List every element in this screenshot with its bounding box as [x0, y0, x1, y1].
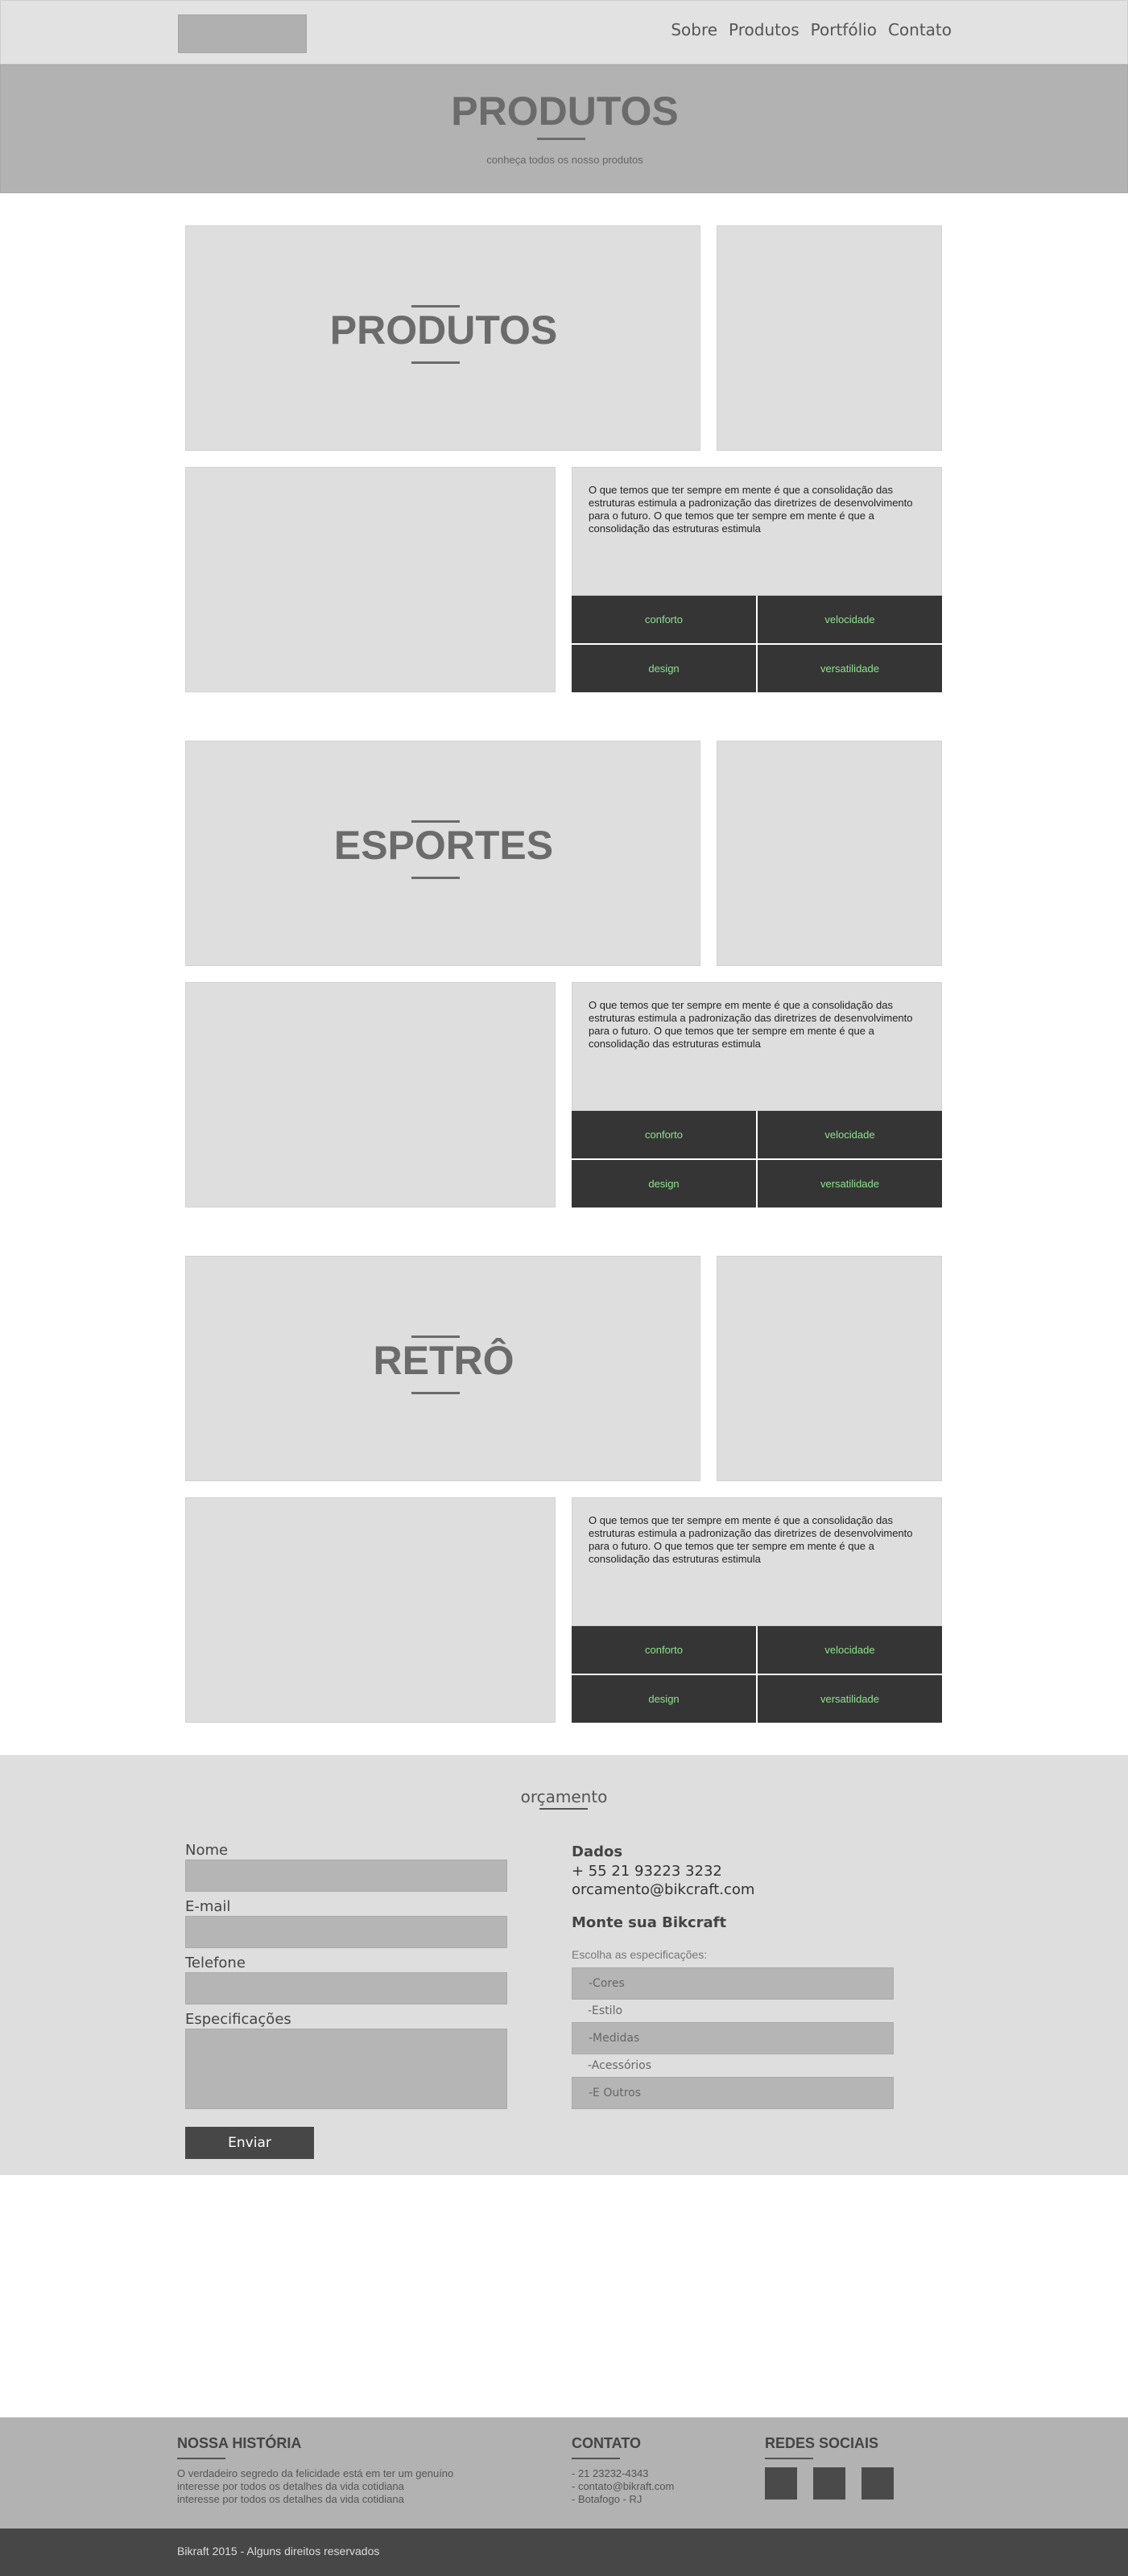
nome-input[interactable]	[185, 1860, 507, 1892]
feature-versatilidade[interactable]: versatilidade	[758, 1160, 942, 1208]
title-underline	[539, 1808, 588, 1810]
feature-versatilidade[interactable]: versatilidade	[758, 1675, 942, 1723]
image-placeholder	[185, 467, 556, 692]
title-dash-bottom	[411, 877, 460, 879]
feature-design[interactable]: design	[572, 1675, 756, 1723]
feature-velocidade[interactable]: velocidade	[758, 1626, 942, 1674]
section-banner-retro: RETRÔ	[185, 1256, 700, 1481]
historia-line: O verdadeiro segredo da felicidade está …	[177, 2467, 454, 2479]
telefone-label: Telefone	[185, 1955, 246, 1971]
feature-velocidade[interactable]: velocidade	[758, 596, 942, 643]
spec-option-cores[interactable]: -Cores	[572, 1967, 894, 2000]
dados-title: Dados	[572, 1843, 623, 1860]
social-icon[interactable]	[861, 2467, 894, 2500]
contato-address: - Botafogo - RJ	[572, 2493, 643, 2505]
enviar-button[interactable]: Enviar	[185, 2127, 314, 2159]
historia-title: NOSSA HISTÓRIA	[177, 2435, 302, 2451]
spec-option-medidas[interactable]: -Medidas	[572, 2022, 894, 2054]
section-title: RETRÔ	[373, 1338, 514, 1383]
contato-email[interactable]: - contato@bikraft.com	[572, 2480, 674, 2493]
image-placeholder	[717, 225, 942, 451]
spec-option-estilo[interactable]: -Estilo	[572, 2000, 894, 2022]
orcamento-title: orçamento	[520, 1787, 608, 1806]
spec-option-outros[interactable]: -E Outros	[572, 2077, 894, 2109]
main-nav: Sobre Produtos Portfólio Contato	[671, 20, 952, 39]
nome-label: Nome	[185, 1842, 229, 1859]
monte-title: Monte sua Bikcraft	[572, 1914, 727, 1931]
copyright-bar: Bikraft 2015 - Alguns direitos reservado…	[0, 2529, 1128, 2576]
section-description: O que temos que ter sempre em mente é qu…	[589, 1514, 913, 1565]
historia-line: interesse por todos os detalhes da vida …	[177, 2493, 404, 2505]
section-banner-produtos: PRODUTOS	[185, 225, 700, 451]
feature-design[interactable]: design	[572, 645, 756, 692]
site-header: Sobre Produtos Portfólio Contato	[0, 0, 1128, 64]
email-label: E-mail	[185, 1898, 231, 1915]
copyright-text: Bikraft 2015 - Alguns direitos reservado…	[177, 2545, 380, 2557]
description-box: O que temos que ter sempre em mente é qu…	[572, 467, 942, 596]
section-banner-esportes: ESPORTES	[185, 741, 700, 966]
feature-conforto[interactable]: conforto	[572, 596, 756, 643]
section-title: PRODUTOS	[329, 308, 558, 353]
description-box: O que temos que ter sempre em mente é qu…	[572, 982, 942, 1111]
redes-title: REDES SOCIAIS	[765, 2435, 879, 2451]
nav-link-sobre[interactable]: Sobre	[671, 20, 717, 39]
section-title: ESPORTES	[333, 823, 554, 868]
image-placeholder	[717, 741, 942, 966]
image-placeholder	[185, 1497, 556, 1723]
spec-intro: Escolha as especificações:	[572, 1948, 708, 1961]
description-box: O que temos que ter sempre em mente é qu…	[572, 1497, 942, 1626]
contato-phone: - 21 23232-4343	[572, 2467, 649, 2479]
title-underline	[572, 2458, 620, 2459]
feature-versatilidade[interactable]: versatilidade	[758, 645, 942, 692]
site-footer: NOSSA HISTÓRIA O verdadeiro segredo da f…	[0, 2417, 1128, 2529]
section-description: O que temos que ter sempre em mente é qu…	[589, 484, 913, 535]
hero-banner: PRODUTOS conheça todos os nosso produtos	[0, 64, 1128, 193]
image-placeholder	[717, 1256, 942, 1481]
title-underline	[765, 2458, 813, 2459]
phone-text: + 55 21 93223 3232	[572, 1863, 722, 1880]
image-placeholder	[185, 982, 556, 1208]
orcamento-section: orçamento Nome E-mail Telefone Especific…	[0, 1755, 1128, 2175]
title-dash-bottom	[411, 1392, 460, 1394]
feature-conforto[interactable]: conforto	[572, 1626, 756, 1674]
nav-link-contato[interactable]: Contato	[888, 20, 952, 39]
social-icon[interactable]	[813, 2467, 845, 2500]
contato-text: - 21 23232-4343 - contato@bikraft.com - …	[572, 2467, 674, 2506]
especificacoes-label: Especificações	[185, 2011, 291, 2028]
historia-line: interesse por todos os detalhes da vida …	[177, 2480, 404, 2492]
nav-link-portfolio[interactable]: Portfólio	[811, 20, 877, 39]
spec-option-acessorios[interactable]: -Acessórios	[572, 2054, 894, 2077]
historia-text: O verdadeiro segredo da felicidade está …	[177, 2467, 515, 2506]
feature-conforto[interactable]: conforto	[572, 1111, 756, 1158]
title-underline	[177, 2458, 225, 2459]
social-icon[interactable]	[765, 2467, 797, 2500]
telefone-input[interactable]	[185, 1972, 507, 2004]
email-text: orcamento@bikcraft.com	[572, 1881, 755, 1898]
nav-link-produtos[interactable]: Produtos	[729, 20, 800, 39]
section-description: O que temos que ter sempre em mente é qu…	[589, 999, 913, 1050]
especificacoes-textarea[interactable]	[185, 2029, 507, 2109]
feature-velocidade[interactable]: velocidade	[758, 1111, 942, 1158]
page-title: PRODUTOS	[451, 89, 679, 134]
title-underline	[537, 138, 585, 140]
feature-design[interactable]: design	[572, 1160, 756, 1208]
email-input[interactable]	[185, 1916, 507, 1948]
contato-title: CONTATO	[572, 2435, 641, 2451]
logo-placeholder[interactable]	[178, 14, 307, 53]
title-dash-bottom	[411, 361, 460, 364]
page-subtitle: conheça todos os nosso produtos	[486, 154, 643, 166]
